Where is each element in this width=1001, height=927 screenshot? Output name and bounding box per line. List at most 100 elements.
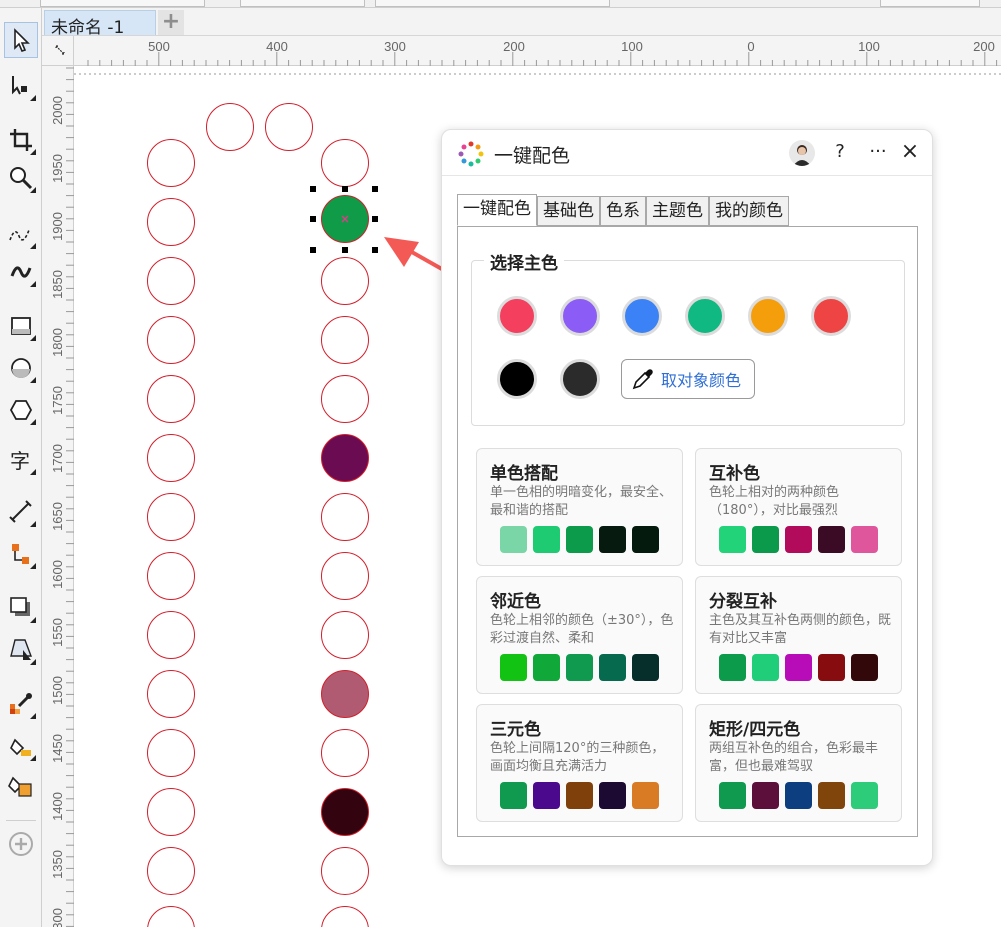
scheme-color-swatch[interactable]: [632, 654, 659, 681]
outline-circle[interactable]: [147, 139, 195, 187]
scheme-color-swatch[interactable]: [785, 654, 812, 681]
scheme-color-swatch[interactable]: [752, 782, 779, 809]
scheme-color-swatch[interactable]: [533, 526, 560, 553]
outline-circle[interactable]: [321, 611, 369, 659]
main-color-swatch[interactable]: [560, 296, 600, 336]
scheme-card-split-complementary[interactable]: 分裂互补 主色及其互补色两侧的颜色，既有对比又丰富: [695, 576, 902, 694]
outline-circle[interactable]: [147, 375, 195, 423]
pick-tool[interactable]: [4, 22, 38, 58]
scheme-color-swatch[interactable]: [599, 654, 626, 681]
main-color-swatch[interactable]: [560, 359, 600, 399]
transparency-tool[interactable]: [4, 632, 38, 668]
close-button[interactable]: ×: [897, 139, 923, 165]
add-tool-button[interactable]: [4, 826, 38, 862]
scheme-color-swatch[interactable]: [818, 654, 845, 681]
scheme-color-swatch[interactable]: [851, 526, 878, 553]
filled-circle[interactable]: [321, 670, 369, 718]
outline-circle[interactable]: [147, 611, 195, 659]
outline-circle[interactable]: [147, 257, 195, 305]
outline-circle[interactable]: [147, 198, 195, 246]
drop-shadow-tool[interactable]: [4, 590, 38, 626]
filled-circle[interactable]: [321, 788, 369, 836]
outline-circle[interactable]: [321, 493, 369, 541]
outline-circle[interactable]: [147, 670, 195, 718]
outline-circle[interactable]: [265, 103, 313, 151]
scheme-card-tetradic[interactable]: 矩形/四元色 两组互补色的组合，色彩最丰富，但也最难驾驭: [695, 704, 902, 822]
main-color-swatch[interactable]: [622, 296, 662, 336]
scheme-card-monochrome[interactable]: 单色搭配 单一色相的明暗变化，最安全、最和谐的搭配: [476, 448, 683, 566]
connector-tool[interactable]: [4, 536, 38, 572]
outline-circle[interactable]: [321, 257, 369, 305]
tab-one-click[interactable]: 一键配色: [457, 194, 537, 226]
scheme-color-swatch[interactable]: [500, 782, 527, 809]
scheme-color-swatch[interactable]: [818, 526, 845, 553]
outline-circle[interactable]: [147, 552, 195, 600]
scheme-color-swatch[interactable]: [785, 782, 812, 809]
text-tool[interactable]: 字: [4, 442, 38, 478]
document-tab[interactable]: 未命名 -1: [44, 10, 156, 38]
outline-circle[interactable]: [147, 729, 195, 777]
outline-circle[interactable]: [321, 906, 369, 927]
main-color-swatch[interactable]: [748, 296, 788, 336]
outline-circle[interactable]: [321, 375, 369, 423]
freehand-tool[interactable]: [4, 216, 38, 252]
scheme-color-swatch[interactable]: [566, 526, 593, 553]
interactive-fill-tool[interactable]: [4, 728, 38, 764]
eyedropper-tool[interactable]: [4, 686, 38, 722]
outline-circle[interactable]: [147, 847, 195, 895]
outline-circle[interactable]: [321, 552, 369, 600]
more-button[interactable]: ···: [865, 139, 891, 165]
ellipse-tool[interactable]: [4, 350, 38, 386]
main-color-swatch[interactable]: [497, 359, 537, 399]
scheme-color-swatch[interactable]: [632, 526, 659, 553]
outline-circle[interactable]: [321, 847, 369, 895]
outline-circle[interactable]: [147, 906, 195, 927]
shape-tool[interactable]: [4, 68, 38, 104]
zoom-tool[interactable]: [4, 160, 38, 196]
scheme-color-swatch[interactable]: [566, 782, 593, 809]
scheme-card-complementary[interactable]: 互补色 色轮上相对的两种颜色（180°），对比最强烈: [695, 448, 902, 566]
smart-fill-tool[interactable]: [4, 768, 38, 804]
scheme-color-swatch[interactable]: [599, 782, 626, 809]
outline-circle[interactable]: [147, 316, 195, 364]
scheme-color-swatch[interactable]: [500, 654, 527, 681]
outline-circle[interactable]: [147, 434, 195, 482]
scheme-color-swatch[interactable]: [500, 526, 527, 553]
polygon-tool[interactable]: [4, 392, 38, 428]
filled-circle[interactable]: [321, 434, 369, 482]
avatar[interactable]: [789, 140, 815, 166]
outline-circle[interactable]: [321, 316, 369, 364]
outline-circle[interactable]: [321, 729, 369, 777]
outline-circle[interactable]: [147, 493, 195, 541]
outline-circle[interactable]: [147, 788, 195, 836]
scheme-color-swatch[interactable]: [851, 782, 878, 809]
scheme-color-swatch[interactable]: [632, 782, 659, 809]
outline-circle[interactable]: [206, 103, 254, 151]
main-color-swatch[interactable]: [811, 296, 851, 336]
scheme-color-swatch[interactable]: [785, 526, 812, 553]
scheme-color-swatch[interactable]: [599, 526, 626, 553]
scheme-color-swatch[interactable]: [533, 782, 560, 809]
main-color-swatch[interactable]: [685, 296, 725, 336]
add-document-tab-button[interactable]: +: [158, 10, 184, 35]
tab-basic-colors[interactable]: 基础色: [537, 196, 600, 226]
scheme-color-swatch[interactable]: [719, 526, 746, 553]
help-button[interactable]: ?: [827, 139, 853, 165]
rectangle-tool[interactable]: [4, 308, 38, 344]
scheme-color-swatch[interactable]: [818, 782, 845, 809]
scheme-color-swatch[interactable]: [566, 654, 593, 681]
horizontal-ruler[interactable]: 500 400 300 200 100 0 100 200: [74, 36, 1001, 66]
scheme-color-swatch[interactable]: [851, 654, 878, 681]
tab-color-families[interactable]: 色系: [600, 196, 646, 226]
scheme-color-swatch[interactable]: [752, 654, 779, 681]
artistic-media-tool[interactable]: [4, 254, 38, 290]
scheme-card-analogous[interactable]: 邻近色 色轮上相邻的颜色（±30°），色彩过渡自然、柔和: [476, 576, 683, 694]
outline-circle[interactable]: [321, 139, 369, 187]
ruler-origin-corner[interactable]: [42, 36, 74, 66]
dimension-tool[interactable]: [4, 494, 38, 530]
tab-theme-colors[interactable]: 主题色: [646, 196, 709, 226]
scheme-color-swatch[interactable]: [533, 654, 560, 681]
scheme-color-swatch[interactable]: [719, 654, 746, 681]
scheme-card-triadic[interactable]: 三元色 色轮上间隔120°的三种颜色，画面均衡且充满活力: [476, 704, 683, 822]
main-color-swatch[interactable]: [497, 296, 537, 336]
